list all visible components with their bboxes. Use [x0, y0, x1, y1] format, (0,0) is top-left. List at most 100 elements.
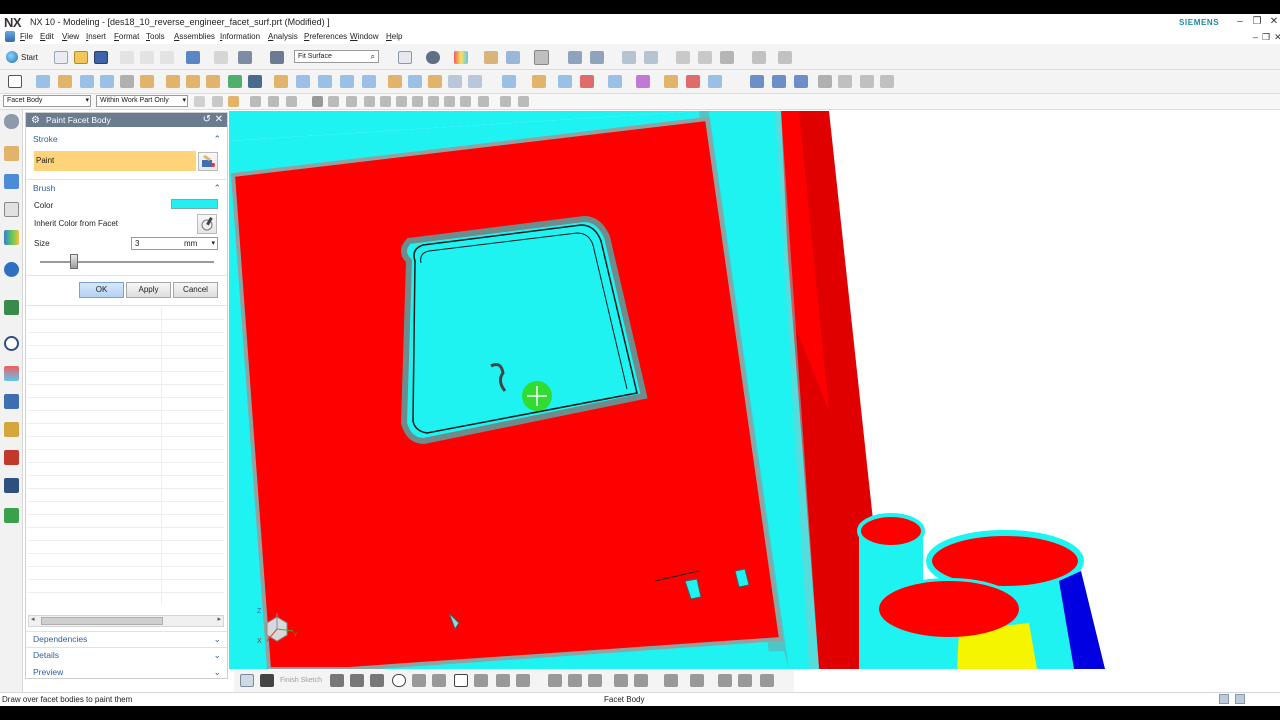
- rectangle-icon[interactable]: [454, 674, 468, 687]
- draft-icon[interactable]: [340, 75, 354, 88]
- size-slider-thumb[interactable]: [70, 254, 78, 269]
- analysis-icon[interactable]: [676, 51, 690, 64]
- pull-face-icon[interactable]: [636, 75, 650, 88]
- paint-brush-icon[interactable]: [198, 152, 218, 171]
- graphics-viewport[interactable]: Z X Y: [229, 111, 1280, 669]
- wcs-icon[interactable]: [622, 51, 636, 64]
- fill-hole-icon[interactable]: [860, 75, 874, 88]
- part-navigator-icon[interactable]: [4, 202, 19, 217]
- layer-settings-icon[interactable]: [590, 51, 604, 64]
- menu-preferences[interactable]: Preferences: [304, 32, 347, 41]
- line-icon[interactable]: [350, 674, 364, 687]
- roles-icon[interactable]: [4, 422, 19, 437]
- color-swatch[interactable]: [171, 199, 218, 209]
- snap-intersection-icon[interactable]: [380, 96, 391, 107]
- status-settings-icon[interactable]: [1235, 694, 1245, 704]
- split-body-icon[interactable]: [248, 75, 262, 88]
- selection-scope-select[interactable]: Within Work Part Only ▾: [96, 95, 188, 107]
- trim-body-icon[interactable]: [228, 75, 242, 88]
- quick-extend-icon[interactable]: [568, 674, 582, 687]
- make-corner-icon[interactable]: [588, 674, 602, 687]
- snap-point-icon[interactable]: [752, 51, 766, 64]
- sketch-icon[interactable]: [8, 75, 22, 88]
- snap-bounded-icon[interactable]: [478, 96, 489, 107]
- background-icon[interactable]: [534, 50, 549, 65]
- shell-icon[interactable]: [318, 75, 332, 88]
- new-icon[interactable]: [54, 51, 68, 64]
- menu-analysis[interactable]: Analysis: [268, 32, 298, 41]
- surface-icon[interactable]: [428, 75, 442, 88]
- minimize-button[interactable]: –: [1234, 16, 1246, 27]
- doc-minimize-button[interactable]: –: [1253, 32, 1258, 43]
- snap-mid-icon[interactable]: [268, 96, 279, 107]
- cut-icon[interactable]: [120, 51, 134, 64]
- snap-control-icon[interactable]: [396, 96, 407, 107]
- system-scenes-icon[interactable]: [4, 450, 19, 465]
- cylinder-icon[interactable]: [100, 75, 114, 88]
- snap-point-on-curve-icon[interactable]: [328, 96, 339, 107]
- sphere-icon[interactable]: [120, 75, 134, 88]
- move-face-icon[interactable]: [608, 75, 622, 88]
- fit-surface-icon[interactable]: [750, 75, 764, 88]
- palette-icon[interactable]: [4, 478, 19, 493]
- edge-blend-icon[interactable]: [274, 75, 288, 88]
- view-icon[interactable]: [506, 51, 520, 64]
- show-hide-icon[interactable]: [720, 51, 734, 64]
- horizontal-scrollbar[interactable]: ◂ ▸: [28, 615, 224, 627]
- web-browser-icon[interactable]: [4, 300, 19, 315]
- paint-facet-icon[interactable]: [880, 75, 894, 88]
- replace-face-icon[interactable]: [558, 75, 572, 88]
- menu-insert[interactable]: Insert: [86, 32, 106, 41]
- arc-icon[interactable]: [370, 674, 384, 687]
- measure-icon[interactable]: [698, 51, 712, 64]
- select-rect-icon[interactable]: [286, 96, 297, 107]
- snap-tangent-icon[interactable]: [364, 96, 375, 107]
- menu-file[interactable]: File: [20, 32, 33, 41]
- mirror-icon[interactable]: [408, 75, 422, 88]
- ok-button[interactable]: OK: [79, 282, 124, 298]
- nx-menu-icon[interactable]: [5, 31, 15, 42]
- preview-section-header[interactable]: Preview ⌄: [25, 665, 228, 679]
- apply-button[interactable]: Apply: [126, 282, 171, 298]
- snap-end-icon[interactable]: [250, 96, 261, 107]
- copy-icon[interactable]: [140, 51, 154, 64]
- doc-close-button[interactable]: ✕: [1274, 32, 1280, 43]
- restore-button[interactable]: ❐: [1251, 16, 1263, 27]
- snap-center-icon[interactable]: [412, 96, 423, 107]
- gear-icon[interactable]: ⚙: [31, 114, 40, 128]
- paste-icon[interactable]: [160, 51, 174, 64]
- label-icon[interactable]: [686, 75, 700, 88]
- facet-icon[interactable]: [448, 75, 462, 88]
- auto-constrain-icon[interactable]: [738, 674, 752, 687]
- brush-section-header[interactable]: Brush ⌃: [26, 181, 227, 195]
- pmi-icon[interactable]: [4, 508, 19, 523]
- inherit-color-button[interactable]: [197, 214, 217, 234]
- offset-icon[interactable]: [362, 75, 376, 88]
- cancel-button[interactable]: Cancel: [173, 282, 218, 298]
- snap-icon[interactable]: [644, 51, 658, 64]
- make-symmetric-icon[interactable]: [718, 674, 732, 687]
- hd3d-tools-icon[interactable]: [4, 262, 19, 277]
- finish-sketch-icon[interactable]: [260, 674, 274, 687]
- unite-icon[interactable]: [166, 75, 180, 88]
- menu-edit[interactable]: Edit: [40, 32, 54, 41]
- feature-select-icon[interactable]: [228, 96, 239, 107]
- grid-icon[interactable]: [778, 51, 792, 64]
- fillet-icon[interactable]: [412, 674, 426, 687]
- menu-information[interactable]: Information: [220, 32, 260, 41]
- pattern-icon[interactable]: [388, 75, 402, 88]
- extrude-icon[interactable]: [36, 75, 50, 88]
- circle-icon[interactable]: [392, 674, 406, 687]
- merge-facet-icon[interactable]: [818, 75, 832, 88]
- command-finder-icon[interactable]: [238, 51, 252, 64]
- chamfer-sketch-icon[interactable]: [432, 674, 446, 687]
- size-input[interactable]: 3 mm ▾: [131, 237, 218, 250]
- reset-icon[interactable]: ↺: [203, 113, 211, 127]
- finish-sketch-label[interactable]: Finish Sketch: [280, 677, 322, 684]
- snap-facet-icon[interactable]: [518, 96, 529, 107]
- process-studio-icon[interactable]: [4, 366, 19, 381]
- revolve-icon[interactable]: [58, 75, 72, 88]
- snip-facet-icon[interactable]: [794, 75, 808, 88]
- color-icon[interactable]: [454, 51, 468, 64]
- close-button[interactable]: ✕: [1268, 16, 1280, 27]
